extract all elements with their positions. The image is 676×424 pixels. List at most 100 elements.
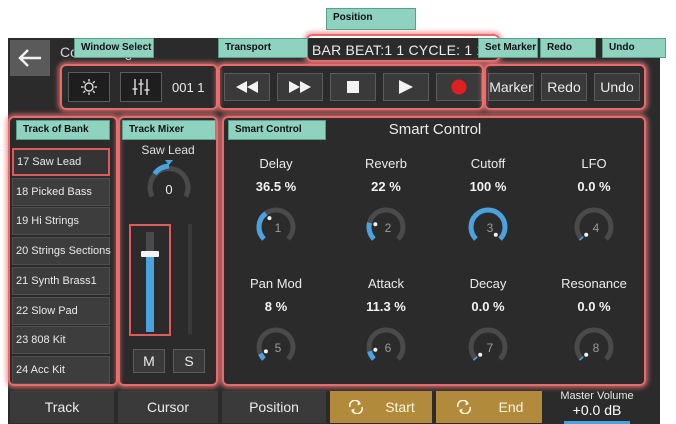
track-item[interactable]: 19 Hi Strings	[12, 207, 110, 236]
param-value: 36.5 %	[255, 179, 297, 194]
volume-fader-handle[interactable]	[141, 251, 159, 257]
redo-annotation: Redo	[540, 38, 596, 58]
smart-control-param: Delay 36.5 % 1	[226, 156, 326, 252]
volume-fader-fill	[146, 254, 154, 332]
undo-annotation: Undo	[602, 38, 666, 58]
cycle-end-button[interactable]: End	[436, 391, 542, 423]
cursor-button[interactable]: Cursor	[118, 391, 218, 423]
fast-forward-button[interactable]	[277, 73, 323, 101]
track-item[interactable]: 23 808 Kit	[12, 326, 110, 355]
knob-number: 3	[487, 221, 494, 235]
knob-number: 7	[487, 341, 494, 355]
param-name: Pan Mod	[249, 276, 303, 291]
param-name: Delay	[259, 156, 293, 171]
param-knob[interactable]: 6	[361, 322, 411, 372]
cycle-icon	[456, 400, 471, 414]
track-item[interactable]: 20 Strings Sections	[12, 237, 111, 266]
transport-annotation: Transport	[218, 38, 308, 58]
track-item[interactable]: 24 Acc Kit	[12, 355, 110, 384]
param-knob[interactable]: 5	[251, 322, 301, 372]
start-label: Start	[385, 399, 415, 415]
param-name: Cutoff	[470, 156, 506, 171]
play-button[interactable]	[383, 73, 429, 101]
track-item[interactable]: 21 Synth Brass1	[12, 266, 110, 295]
back-arrow-icon	[18, 49, 41, 67]
smart-control-param: Reverb 22 % 2	[336, 156, 436, 252]
master-volume-value: +0.0 dB	[572, 402, 622, 418]
param-knob[interactable]: 7	[463, 322, 513, 372]
pan-knob[interactable]: 0	[144, 160, 194, 210]
param-knob[interactable]: 3	[463, 202, 513, 252]
window-select-value: 001 1	[172, 80, 205, 95]
smart-control-param: Attack 11.3 % 6	[336, 276, 436, 372]
redo-button[interactable]: Redo	[541, 73, 587, 101]
mixer-sliders-icon	[132, 79, 150, 95]
smart-control-param: Decay 0.0 % 7	[438, 276, 538, 372]
smart-control-param: Pan Mod 8 % 5	[226, 276, 326, 372]
knob-pointer-icon	[373, 222, 378, 227]
knob-number: 2	[385, 221, 392, 235]
master-volume[interactable]: Master Volume +0.0 dB	[546, 388, 648, 424]
record-button[interactable]	[436, 73, 482, 101]
smart-control-param: Resonance 0.0 % 8	[544, 276, 644, 372]
fast-forward-icon	[289, 81, 311, 93]
track-item[interactable]: 18 Picked Bass	[12, 177, 110, 206]
track-item[interactable]: 22 Slow Pad	[12, 296, 110, 325]
track-item[interactable]: 17 Saw Lead	[12, 148, 110, 176]
knob-pointer-icon	[267, 216, 272, 221]
param-value: 0.0 %	[471, 299, 505, 314]
play-icon	[399, 80, 413, 94]
master-volume-label: Master Volume	[560, 390, 634, 402]
window-select-annotation: Window Select	[74, 38, 154, 58]
window-select-mixer-button[interactable]	[120, 72, 162, 102]
param-value: 11.3 %	[366, 299, 406, 314]
param-knob[interactable]: 4	[569, 202, 619, 252]
param-value: 0.0 %	[577, 179, 611, 194]
param-name: Decay	[469, 276, 507, 291]
back-button[interactable]	[10, 40, 50, 76]
track-button[interactable]: Track	[10, 391, 114, 423]
smart-control-annotation: Smart Control	[228, 120, 326, 140]
cycle-icon	[349, 400, 364, 414]
param-value: 8 %	[264, 299, 288, 314]
param-value: 22 %	[371, 179, 401, 194]
knob-number: 8	[593, 341, 600, 355]
knob-value-arc	[258, 352, 266, 361]
cycle-start-button[interactable]: Start	[330, 391, 432, 423]
knob-number: 5	[275, 341, 282, 355]
knob-value-arc	[472, 356, 478, 361]
pan-value: 0	[165, 182, 172, 197]
knob-pointer-icon	[263, 349, 268, 354]
knob-pointer-icon	[584, 352, 589, 357]
window-select-settings-button[interactable]	[68, 72, 110, 102]
stop-icon	[347, 81, 359, 93]
position-readout: BAR BEAT:1 1 CYCLE: 1 1 ...	[312, 42, 501, 58]
stop-button[interactable]	[330, 73, 376, 101]
knob-pointer-icon	[373, 347, 378, 352]
level-meter	[188, 224, 192, 334]
position-button[interactable]: Position	[222, 391, 326, 423]
param-value: 0.0 %	[577, 299, 611, 314]
solo-button[interactable]: S	[173, 349, 205, 373]
record-icon	[451, 79, 467, 95]
settings-icon	[81, 79, 97, 95]
param-value: 100 %	[469, 179, 507, 194]
smart-control-param: LFO 0.0 % 4	[544, 156, 644, 252]
set-marker-annotation: Set Marker	[478, 38, 538, 58]
knob-number: 1	[275, 221, 282, 235]
undo-button[interactable]: Undo	[594, 73, 640, 101]
marker-button[interactable]: Marker	[488, 73, 534, 101]
param-name: LFO	[581, 156, 607, 171]
track-mixer-annotation: Track Mixer	[122, 120, 216, 140]
mute-button[interactable]: M	[133, 349, 165, 373]
param-name: Reverb	[365, 156, 407, 171]
smart-control-param: Cutoff 100 % 3	[438, 156, 538, 252]
position-annotation: Position	[326, 8, 416, 30]
param-knob[interactable]: 1	[251, 202, 301, 252]
rewind-button[interactable]	[224, 73, 270, 101]
param-knob[interactable]: 2	[361, 202, 411, 252]
end-label: End	[498, 399, 524, 415]
param-knob[interactable]: 8	[569, 322, 619, 372]
rewind-icon	[236, 81, 258, 93]
knob-number: 4	[593, 221, 600, 235]
